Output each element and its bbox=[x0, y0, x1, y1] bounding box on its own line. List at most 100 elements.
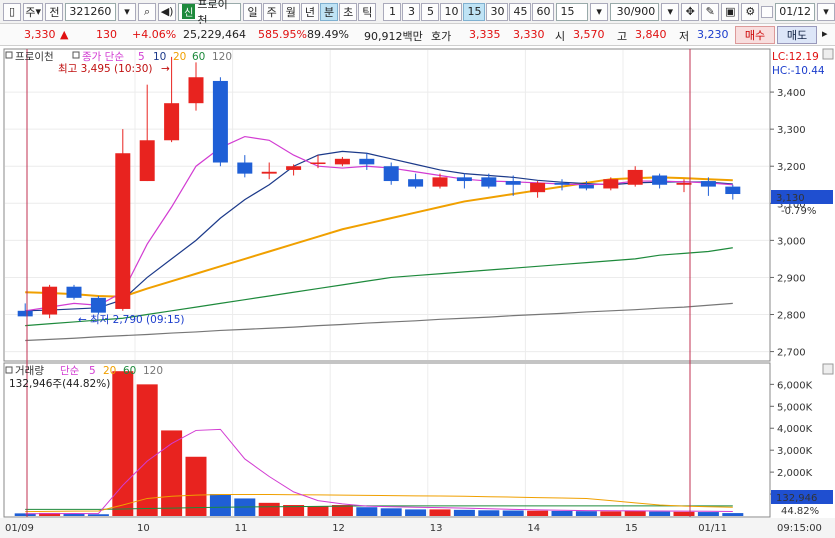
period-tab-5[interactable]: 초 bbox=[339, 2, 358, 21]
save-icon[interactable]: ▣ bbox=[721, 2, 740, 21]
candle-body bbox=[505, 181, 521, 185]
candle-body bbox=[17, 310, 33, 317]
candle-body bbox=[408, 179, 424, 187]
candle-body bbox=[725, 186, 741, 195]
hc-label: HC:-10.44 bbox=[772, 65, 825, 77]
ma20-label: 20 bbox=[173, 51, 186, 63]
volume-ratio: 585.95% bbox=[258, 28, 307, 41]
interval-tab-1[interactable]: 1 bbox=[383, 2, 402, 21]
ask-price: 3,335 bbox=[469, 28, 501, 41]
scroll-right-icon[interactable]: ▸ bbox=[822, 27, 828, 40]
x-tick-label: 01/11 bbox=[698, 523, 727, 534]
interval-tab-5[interactable]: 5 bbox=[421, 2, 440, 21]
gear-icon[interactable]: ⚙ bbox=[741, 2, 760, 21]
ma5-label: 5 bbox=[138, 51, 145, 63]
sell-button[interactable]: 매도 bbox=[777, 26, 817, 44]
period-tab-1[interactable]: 주 bbox=[262, 2, 281, 21]
market-select[interactable]: 주 ▾ bbox=[23, 2, 44, 21]
period-tab-0[interactable]: 일 bbox=[243, 2, 262, 21]
price-scroll-up-icon[interactable] bbox=[822, 48, 834, 60]
interval-tab-45[interactable]: 45 bbox=[509, 2, 532, 21]
interval-tab-60[interactable]: 60 bbox=[532, 2, 555, 21]
volume-panel-title: 거래량 bbox=[15, 365, 44, 377]
x-tick-label: 14 bbox=[527, 523, 540, 534]
price-tick-label: 3,300 bbox=[777, 125, 806, 136]
draw-tool-icon[interactable]: ✎ bbox=[701, 2, 720, 21]
interval-tabs: 1 3 5 10 15 30 45 60 bbox=[383, 2, 555, 21]
candle-body bbox=[627, 169, 643, 185]
volume-bar bbox=[429, 509, 451, 516]
interval-tab-30[interactable]: 30 bbox=[486, 2, 509, 21]
volume-bar bbox=[258, 502, 280, 516]
code-value: 321260 bbox=[69, 5, 112, 18]
max-arrow-icon: → bbox=[161, 63, 170, 75]
price-tick-label: 2,700 bbox=[777, 348, 806, 359]
volume-bar bbox=[527, 510, 549, 516]
chart-type-icon[interactable]: ▯ bbox=[3, 2, 21, 21]
candle-body bbox=[261, 171, 277, 174]
price-tick-label: 3,200 bbox=[777, 162, 806, 173]
lc-label: LC:12.19 bbox=[772, 51, 819, 63]
speaker-icon[interactable]: ◀) bbox=[158, 2, 177, 21]
hoga-label: 호가 bbox=[431, 30, 452, 43]
price-tick-label: 3,400 bbox=[777, 88, 806, 99]
count-dropdown-icon[interactable]: ▾ bbox=[661, 2, 680, 21]
candle-body bbox=[115, 153, 131, 309]
volume-bar bbox=[649, 511, 671, 516]
volume-bar bbox=[673, 511, 695, 516]
interval-tab-3[interactable]: 3 bbox=[402, 2, 421, 21]
interval-select[interactable]: 15 bbox=[556, 2, 589, 21]
high-label: 고 bbox=[617, 30, 628, 43]
low-label: 저 bbox=[679, 30, 690, 43]
candle-body bbox=[383, 166, 399, 182]
prev-label: 전 bbox=[49, 5, 60, 19]
period-tab-2[interactable]: 월 bbox=[281, 2, 300, 21]
date-checkbox[interactable] bbox=[761, 5, 774, 18]
candle-body bbox=[66, 286, 82, 298]
current-volume-tag-pct: 44.82% bbox=[781, 506, 819, 517]
period-tab-6[interactable]: 틱 bbox=[358, 2, 377, 21]
date-field[interactable]: 01/12 bbox=[775, 2, 815, 21]
period-tabs: 일주월년분초틱 bbox=[243, 2, 377, 21]
volume-bar bbox=[405, 509, 427, 516]
candle-body bbox=[286, 166, 302, 170]
ma120-label: 120 bbox=[212, 51, 232, 63]
date-dropdown-icon[interactable]: ▾ bbox=[816, 2, 835, 21]
count-field[interactable]: 30/900 bbox=[610, 2, 660, 21]
stock-name-field[interactable]: 신 프로이천 bbox=[178, 0, 242, 27]
interval-dropdown-icon[interactable]: ▾ bbox=[590, 2, 609, 21]
search-icon[interactable]: ⌕ bbox=[138, 2, 157, 21]
candle-body bbox=[139, 140, 155, 182]
volume-tick-label: 4,000K bbox=[777, 424, 813, 435]
crosshair-icon[interactable]: ✥ bbox=[681, 2, 700, 21]
volume-bar bbox=[624, 510, 646, 516]
candle-body bbox=[554, 182, 570, 185]
vol-ma20-label: 20 bbox=[103, 365, 116, 377]
interval-tab-15[interactable]: 15 bbox=[463, 2, 486, 21]
vol-ma60-label: 60 bbox=[123, 365, 136, 377]
chart-area[interactable]: 프로이천 종가 단순 5 10 20 60 120 LC:12.19 HC:-1… bbox=[0, 47, 835, 538]
code-input[interactable]: 321260 bbox=[65, 2, 117, 21]
volume-bar bbox=[575, 511, 597, 516]
candle-body bbox=[310, 162, 326, 165]
code-dropdown-icon[interactable]: ▾ bbox=[118, 2, 137, 21]
volume-bar bbox=[453, 509, 475, 516]
buy-button[interactable]: 매수 bbox=[735, 26, 775, 44]
period-tab-4[interactable]: 분 bbox=[319, 2, 339, 21]
low-price: 3,230 bbox=[697, 28, 729, 41]
candle-body bbox=[188, 77, 204, 104]
current-volume-tag-value: 132,946 bbox=[776, 493, 817, 504]
volume-scroll-up-icon[interactable] bbox=[822, 363, 834, 375]
price-tick-label: 2,900 bbox=[777, 273, 806, 284]
period-tab-3[interactable]: 년 bbox=[300, 2, 319, 21]
price-change-pct: +4.06% bbox=[132, 28, 177, 41]
x-tick-label: 10 bbox=[137, 523, 150, 534]
interval-tab-10[interactable]: 10 bbox=[440, 2, 463, 21]
prev-button[interactable]: 전 bbox=[45, 2, 64, 21]
volume-bar bbox=[551, 510, 573, 516]
ma10-label: 10 bbox=[153, 51, 166, 63]
min-annotation: 최저 2,790 (09:15) bbox=[90, 314, 185, 326]
price-change: 130 bbox=[96, 28, 117, 41]
candle-body bbox=[456, 177, 472, 182]
trade-amount: 90,912백만 bbox=[364, 30, 423, 43]
